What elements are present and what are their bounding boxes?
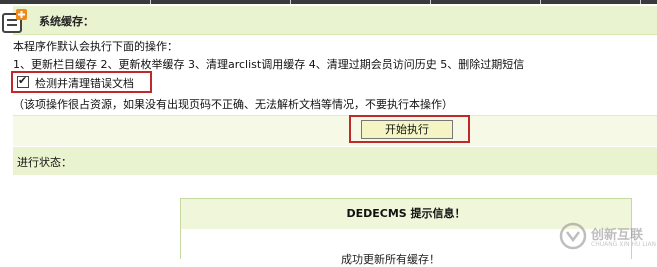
description-text: 本程序作默认会执行下面的操作： [13, 40, 178, 53]
watermark-logo-icon [559, 222, 587, 250]
cleanup-checkbox[interactable] [17, 74, 29, 88]
watermark-subtext: CHUANG XIN HU LIAN [591, 241, 657, 248]
cleanup-checkbox-group[interactable]: 检测并清理错误文档 [11, 71, 152, 93]
message-body: 成功更新所有缓存！ [341, 253, 440, 266]
page-title: 系统缓存： [39, 15, 94, 28]
status-label: 进行状态： [17, 156, 72, 169]
button-row [13, 115, 657, 146]
add-panel-icon [2, 9, 27, 33]
cleanup-checkbox-label[interactable]: 检测并清理错误文档 [35, 75, 134, 91]
watermark: 创新互联 CHUANG XIN HU LIAN [557, 219, 657, 253]
status-row: 进行状态： [13, 147, 657, 175]
warning-note: （该项操作很占资源，如果没有出现页码不正确、无法解析文档等情况，不要执行本操作） [13, 98, 453, 111]
section-header: 系统缓存： [13, 6, 657, 35]
start-button[interactable]: 开始执行 [361, 120, 453, 139]
top-bar [0, 0, 657, 4]
